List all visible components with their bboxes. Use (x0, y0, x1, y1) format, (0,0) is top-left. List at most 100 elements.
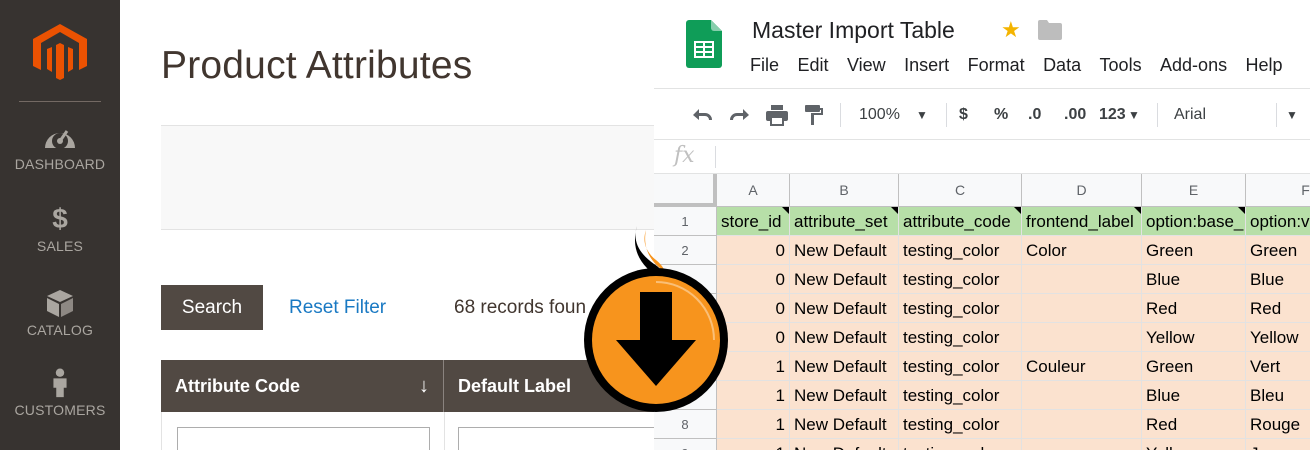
cell-text: Jaune (1250, 444, 1296, 450)
table-cell[interactable] (1022, 381, 1142, 410)
table-cell[interactable] (1022, 265, 1142, 294)
table-cell[interactable]: 1 (717, 410, 790, 439)
sidebar-item-dashboard[interactable]: DASHBOARD (0, 122, 120, 172)
table-cell[interactable]: Green (1246, 236, 1310, 265)
table-cell[interactable]: Blue (1246, 265, 1310, 294)
formula-bar[interactable]: fx (654, 140, 1310, 174)
table-cell[interactable]: New Default (790, 410, 899, 439)
table-cell[interactable]: testing_color (899, 381, 1022, 410)
sidebar-item-customers[interactable]: CUSTOMERS (0, 368, 120, 418)
paint-format-icon[interactable] (804, 104, 824, 126)
table-cell[interactable]: Yellow (1246, 323, 1310, 352)
header-cell[interactable]: attribute_code (899, 207, 1022, 236)
more-formats-button[interactable]: 123 (1099, 89, 1126, 141)
percent-format-button[interactable]: % (994, 89, 1008, 141)
table-cell[interactable]: Color (1022, 236, 1142, 265)
table-cell[interactable]: Green (1142, 352, 1246, 381)
increase-decimal-button[interactable]: .00 (1064, 89, 1086, 141)
table-cell[interactable]: Rouge (1246, 410, 1310, 439)
document-title[interactable]: Master Import Table (752, 17, 955, 44)
row-header[interactable]: 8 (654, 410, 717, 439)
table-cell[interactable]: testing_color (899, 352, 1022, 381)
magento-logo-icon[interactable] (33, 24, 87, 80)
records-count: 68 records foun (454, 297, 587, 318)
sidebar-item-sales[interactable]: $ SALES (0, 204, 120, 255)
menu-view[interactable]: View (847, 55, 886, 76)
header-cell[interactable]: option:v (1246, 207, 1310, 236)
table-cell[interactable]: New Default (790, 323, 899, 352)
currency-format-button[interactable]: $ (959, 89, 968, 141)
table-cell[interactable]: Red (1142, 294, 1246, 323)
column-header-d[interactable]: D (1022, 174, 1142, 207)
table-cell[interactable]: testing_color (899, 410, 1022, 439)
table-cell[interactable]: Green (1142, 236, 1246, 265)
table-cell[interactable] (1022, 323, 1142, 352)
cell-note-indicator-icon (1014, 207, 1021, 214)
menu-tools[interactable]: Tools (1100, 55, 1142, 76)
sidebar-item-catalog[interactable]: CATALOG (0, 288, 120, 338)
chevron-down-icon[interactable]: ▼ (916, 89, 928, 141)
table-cell[interactable]: testing_color (899, 323, 1022, 352)
search-button[interactable]: Search (161, 285, 263, 330)
header-cell[interactable]: option:base_ (1142, 207, 1246, 236)
menu-file[interactable]: File (750, 55, 779, 76)
column-header-b[interactable]: B (790, 174, 899, 207)
table-cell[interactable]: testing_color (899, 236, 1022, 265)
menu-help[interactable]: Help (1246, 55, 1283, 76)
decrease-decimal-button[interactable]: .0 (1028, 89, 1041, 141)
table-cell[interactable]: New Default (790, 439, 899, 450)
table-cell[interactable]: 1 (717, 439, 790, 450)
folder-icon[interactable] (1038, 20, 1062, 40)
cell-text: Rouge (1250, 415, 1301, 434)
chevron-down-icon[interactable]: ▼ (1128, 89, 1140, 141)
column-header-attribute-code[interactable]: Attribute Code ↓ (161, 360, 444, 412)
table-cell[interactable]: testing_color (899, 439, 1022, 450)
table-cell[interactable]: Couleur (1022, 352, 1142, 381)
table-cell[interactable]: Jaune (1246, 439, 1310, 450)
font-select[interactable]: Arial (1174, 89, 1206, 141)
column-header-f[interactable]: F (1246, 174, 1310, 207)
chevron-down-icon[interactable]: ▼ (1286, 89, 1298, 141)
default-label-filter-input[interactable] (458, 427, 658, 450)
reset-filter-link[interactable]: Reset Filter (289, 297, 386, 319)
table-cell[interactable]: Red (1142, 410, 1246, 439)
select-all-corner[interactable] (654, 174, 717, 207)
table-cell[interactable]: Red (1246, 294, 1310, 323)
column-header-c[interactable]: C (899, 174, 1022, 207)
table-cell[interactable]: Bleu (1246, 381, 1310, 410)
header-cell[interactable]: attribute_set (790, 207, 899, 236)
sheets-logo-icon[interactable] (686, 20, 722, 68)
menu-add-ons[interactable]: Add-ons (1160, 55, 1227, 76)
table-cell[interactable]: New Default (790, 236, 899, 265)
table-cell[interactable]: New Default (790, 381, 899, 410)
table-cell[interactable] (1022, 294, 1142, 323)
table-cell[interactable]: testing_color (899, 294, 1022, 323)
print-icon[interactable] (765, 104, 789, 126)
menu-format[interactable]: Format (968, 55, 1025, 76)
column-header-e[interactable]: E (1142, 174, 1246, 207)
cell-text: testing_color (903, 299, 1000, 318)
table-cell[interactable]: New Default (790, 294, 899, 323)
table-cell[interactable]: Blue (1142, 381, 1246, 410)
column-header-a[interactable]: A (717, 174, 790, 207)
table-cell[interactable] (1022, 410, 1142, 439)
row-header[interactable]: 9 (654, 439, 717, 450)
table-cell[interactable]: Yellow (1142, 439, 1246, 450)
header-cell[interactable]: frontend_label (1022, 207, 1142, 236)
table-cell[interactable]: Vert (1246, 352, 1310, 381)
menu-insert[interactable]: Insert (904, 55, 949, 76)
table-cell[interactable]: New Default (790, 352, 899, 381)
menu-edit[interactable]: Edit (797, 55, 828, 76)
zoom-select[interactable]: 100% (859, 89, 900, 141)
menu-data[interactable]: Data (1043, 55, 1081, 76)
table-cell[interactable]: testing_color (899, 265, 1022, 294)
table-cell[interactable]: New Default (790, 265, 899, 294)
table-cell[interactable]: Yellow (1142, 323, 1246, 352)
redo-icon[interactable] (728, 105, 752, 125)
undo-icon[interactable] (690, 105, 714, 125)
cell-text: 0 (775, 328, 785, 347)
table-cell[interactable]: Blue (1142, 265, 1246, 294)
table-cell[interactable] (1022, 439, 1142, 450)
attribute-code-filter-input[interactable] (177, 427, 430, 450)
star-icon[interactable]: ★ (1001, 17, 1021, 43)
